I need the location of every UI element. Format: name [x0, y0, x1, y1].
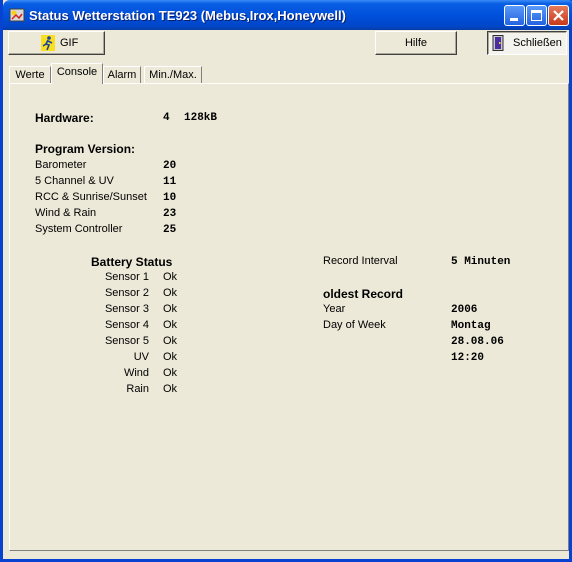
- battery-wind-value: Ok: [163, 367, 178, 379]
- battery-sensor-label: Sensor 5: [104, 335, 149, 347]
- battery-rain-label: Rain: [126, 383, 149, 395]
- record-year-label: Year: [323, 303, 346, 315]
- record-day-value: Montag: [451, 320, 491, 332]
- close-button-label: Schließen: [513, 37, 562, 49]
- version-label: System Controller: [35, 223, 123, 235]
- close-window-button[interactable]: [548, 5, 569, 26]
- battery-sensor-value: Ok: [163, 287, 178, 299]
- close-icon: [553, 10, 564, 21]
- battery-sensor-value: Ok: [163, 319, 178, 331]
- version-value: 23: [163, 208, 177, 220]
- weather-station-icon: [9, 8, 25, 22]
- record-interval-label: Record Interval: [323, 255, 398, 267]
- battery-wind-label: Wind: [123, 367, 149, 379]
- minimize-button[interactable]: [504, 5, 525, 26]
- battery-sensor-label: Sensor 1: [104, 271, 149, 283]
- battery-sensor-value: Ok: [163, 303, 178, 315]
- battery-sensor-label: Sensor 3: [104, 303, 149, 315]
- battery-rain-value: Ok: [163, 383, 178, 395]
- record-day-label: Day of Week: [323, 319, 386, 331]
- battery-sensor-label: Sensor 2: [104, 287, 149, 299]
- tab-console[interactable]: Console: [51, 63, 103, 84]
- battery-uv-label: UV: [133, 351, 149, 363]
- version-value: 25: [163, 224, 177, 236]
- version-label: 5 Channel & UV: [35, 175, 114, 187]
- hardware-label: Hardware:: [35, 111, 94, 125]
- gif-button[interactable]: GIF: [8, 31, 105, 55]
- oldest-record-heading: oldest Record: [323, 287, 404, 301]
- version-value: 11: [163, 176, 177, 188]
- gif-button-label: GIF: [60, 37, 79, 49]
- minimize-icon: [510, 18, 518, 21]
- program-version-heading: Program Version:: [35, 142, 136, 156]
- tab-console-label: Console: [56, 66, 98, 78]
- battery-status-heading: Battery Status: [91, 255, 173, 269]
- tab-werte[interactable]: Werte: [9, 66, 51, 83]
- close-button[interactable]: Schließen: [487, 31, 567, 55]
- window-title: Status Wetterstation TE923 (Mebus,Irox,H…: [29, 8, 346, 23]
- battery-sensor-value: Ok: [163, 335, 178, 347]
- help-button-label: Hilfe: [404, 37, 427, 49]
- version-value: 20: [163, 160, 177, 172]
- tab-werte-label: Werte: [15, 69, 45, 81]
- tab-alarm[interactable]: Alarm: [103, 66, 141, 83]
- battery-sensor-label: Sensor 4: [104, 319, 149, 331]
- door-exit-icon: [492, 35, 504, 51]
- hardware-value-2: 128kB: [184, 112, 218, 124]
- help-button[interactable]: Hilfe: [375, 31, 457, 55]
- window-frame: Status Wetterstation TE923 (Mebus,Irox,H…: [0, 0, 572, 562]
- record-time-value: 12:20: [451, 352, 485, 364]
- battery-uv-value: Ok: [163, 351, 178, 363]
- maximize-icon: [531, 10, 542, 21]
- maximize-button[interactable]: [526, 5, 547, 26]
- battery-sensor-value: Ok: [163, 271, 178, 283]
- record-interval-value: 5 Minuten: [451, 256, 511, 268]
- version-label: RCC & Sunrise/Sunset: [35, 191, 147, 203]
- tab-minmax[interactable]: Min./Max.: [144, 66, 202, 83]
- tab-minmax-label: Min./Max.: [149, 69, 197, 81]
- version-label: Barometer: [35, 159, 87, 171]
- tab-alarm-label: Alarm: [107, 69, 137, 81]
- record-year-value: 2006: [451, 304, 478, 316]
- hardware-value-1: 4: [163, 112, 170, 124]
- version-value: 10: [163, 192, 177, 204]
- title-bar[interactable]: Status Wetterstation TE923 (Mebus,Irox,H…: [3, 0, 572, 30]
- running-man-icon: [41, 35, 55, 51]
- record-date-value: 28.08.06: [451, 336, 504, 348]
- version-label: Wind & Rain: [35, 207, 97, 219]
